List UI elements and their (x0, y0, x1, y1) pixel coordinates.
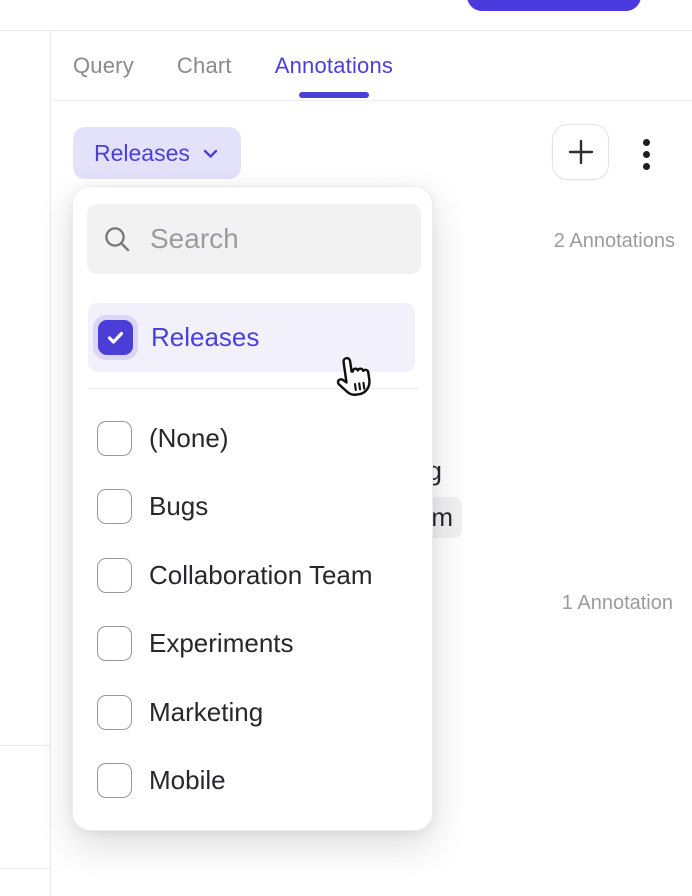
option-label: Bugs (149, 491, 208, 522)
releases-filter-button[interactable]: Releases (73, 127, 241, 179)
checkbox-unchecked[interactable] (97, 421, 132, 456)
tab-bar: Query Chart Annotations (51, 31, 692, 101)
checkbox-unchecked[interactable] (97, 626, 132, 661)
vertical-dots-icon (643, 139, 650, 170)
divider (0, 868, 50, 869)
tab-label: Chart (177, 53, 232, 79)
primary-action-button[interactable] (467, 0, 641, 11)
tab-chart[interactable]: Chart (177, 31, 232, 100)
active-tab-underline (299, 92, 369, 98)
checkbox-unchecked[interactable] (97, 695, 132, 730)
left-panel-edge (0, 31, 51, 896)
tab-query[interactable]: Query (73, 31, 134, 100)
option-bugs[interactable]: Bugs (97, 473, 417, 542)
checkbox-unchecked[interactable] (97, 489, 132, 524)
checkbox-unchecked[interactable] (97, 763, 132, 798)
tab-annotations[interactable]: Annotations (275, 31, 393, 100)
option-experiments[interactable]: Experiments (97, 610, 417, 679)
option-label: Releases (151, 322, 259, 353)
option-label: Experiments (149, 628, 294, 659)
tab-label: Query (73, 53, 134, 79)
add-annotation-button[interactable] (552, 124, 609, 180)
option-releases-selected[interactable]: Releases (88, 303, 415, 372)
options-list: (None) Bugs Collaboration Team Experimen… (97, 404, 417, 815)
occluded-badge-text: m (431, 502, 453, 533)
option-label: Mobile (149, 765, 226, 796)
search-box[interactable] (87, 204, 421, 274)
divider (88, 388, 419, 389)
annotation-count-bottom: 1 Annotation (562, 592, 673, 615)
plus-icon (565, 136, 597, 168)
annotation-count-top: 2 Annotations (554, 230, 675, 253)
search-input[interactable] (150, 204, 421, 274)
tab-label: Annotations (275, 53, 393, 79)
option-none[interactable]: (None) (97, 404, 417, 473)
option-label: Marketing (149, 697, 263, 728)
divider (0, 745, 50, 746)
option-marketing[interactable]: Marketing (97, 678, 417, 747)
option-collaboration-team[interactable]: Collaboration Team (97, 541, 417, 610)
top-bar (0, 0, 692, 31)
option-mobile[interactable]: Mobile (97, 747, 417, 816)
more-options-button[interactable] (632, 130, 660, 178)
filter-button-label: Releases (94, 140, 190, 167)
annotation-category-dropdown: Releases (None) Bugs Collaboration Team … (72, 186, 433, 831)
checkbox-checked[interactable] (98, 320, 133, 355)
checkmark-icon (103, 325, 128, 350)
checkbox-halo (93, 315, 138, 360)
chevron-down-icon (201, 144, 220, 163)
checkbox-unchecked[interactable] (97, 558, 132, 593)
option-label: (None) (149, 423, 228, 454)
option-label: Collaboration Team (149, 560, 373, 591)
search-icon (102, 224, 133, 255)
